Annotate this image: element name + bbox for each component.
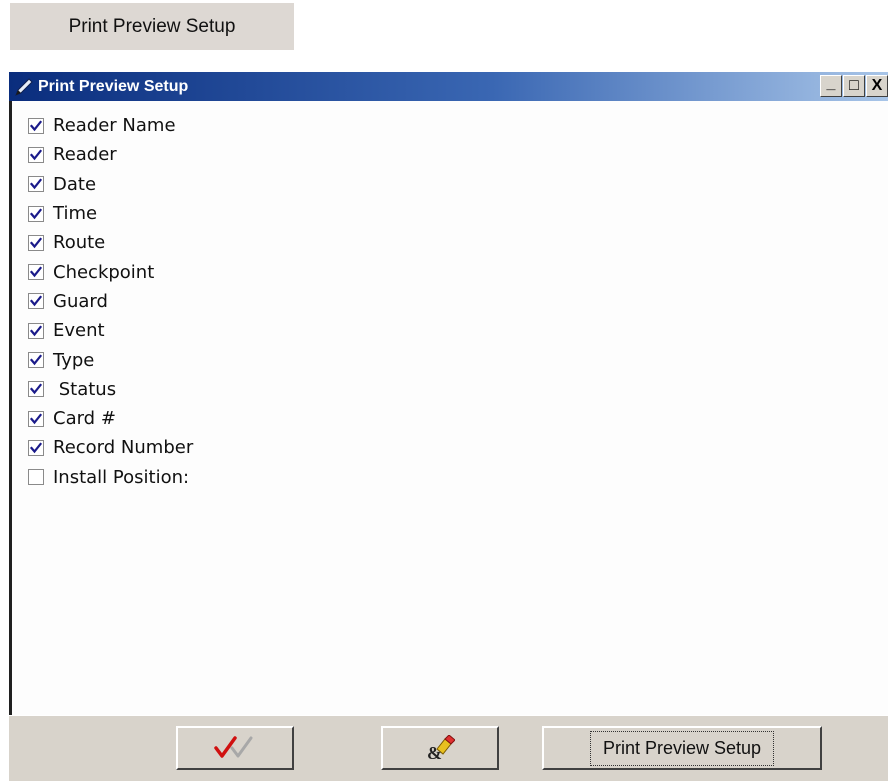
field-checkbox-label: Type: [53, 349, 95, 371]
fields-panel: Reader Name Reader Date Time Route Checkpoint…: [9, 101, 888, 715]
field-checkbox-label: Guard: [53, 290, 108, 312]
checkbox-checked[interactable]: [28, 205, 44, 222]
minimize-button[interactable]: _: [820, 75, 842, 97]
title-bar[interactable]: Print Preview Setup _ □ X: [9, 72, 888, 101]
checkmark-icon: [30, 325, 42, 336]
field-checkbox-label: Record Number: [53, 437, 194, 459]
print-preview-setup-label: Print Preview Setup: [589, 730, 775, 766]
checkmark-icon: [30, 237, 42, 249]
print-preview-setup-top-button[interactable]: Print Preview Setup: [10, 3, 294, 50]
checkmark-icon: [30, 383, 42, 395]
close-icon: X: [871, 77, 883, 94]
maximize-button[interactable]: □: [843, 75, 865, 97]
checkmark-icon: [30, 354, 42, 366]
field-checkbox-row[interactable]: Record Number: [28, 433, 193, 462]
checkbox-checked[interactable]: [28, 117, 44, 134]
ok-button[interactable]: [176, 726, 294, 770]
checkbox-checked[interactable]: [28, 293, 44, 310]
field-checkbox-row[interactable]: Guard: [28, 287, 193, 316]
checkbox-unchecked[interactable]: [28, 469, 44, 486]
field-checkbox-label: Time: [53, 203, 98, 225]
checkbox-checked[interactable]: [28, 234, 44, 251]
checkbox-checked[interactable]: [28, 439, 44, 456]
checkbox-checked[interactable]: [28, 381, 44, 398]
field-checkbox-label: Card #: [53, 408, 116, 430]
minimize-icon: _: [826, 75, 836, 92]
field-checkbox-label: Route: [53, 232, 106, 254]
field-checkbox-row[interactable]: Route: [28, 228, 193, 257]
checkmark-icon: [30, 120, 42, 131]
field-checkbox-label: Date: [53, 173, 97, 195]
checkmark-icon: [30, 266, 42, 278]
checkbox-checked[interactable]: [28, 146, 44, 163]
field-checkbox-row[interactable]: Type: [28, 345, 193, 374]
print-preview-setup-button[interactable]: Print Preview Setup: [542, 726, 822, 770]
checkbox-checked[interactable]: [28, 410, 44, 427]
checkbox-checked[interactable]: [28, 264, 44, 281]
field-checkbox-row[interactable]: Checkpoint: [28, 257, 193, 286]
field-checkbox-label: Install Position:: [53, 466, 190, 488]
field-checkbox-label: Reader Name: [53, 115, 176, 137]
checkmark-icon: [30, 413, 42, 424]
svg-text:&: &: [427, 743, 442, 761]
maximize-icon: □: [849, 77, 859, 94]
clear-button[interactable]: &: [381, 726, 499, 770]
field-checkbox-row[interactable]: Reader: [28, 140, 193, 169]
field-checkbox-row[interactable]: Time: [28, 199, 193, 228]
checkmark-icon: [30, 295, 42, 307]
checkbox-checked[interactable]: [28, 352, 44, 369]
field-checkbox-label: Status: [53, 378, 117, 400]
field-checkbox-row[interactable]: Status: [28, 375, 193, 404]
print-preview-setup-window: Print Preview Setup _ □ X Reader Name Rea…: [9, 72, 888, 781]
field-checkbox-row[interactable]: Event: [28, 316, 193, 345]
field-checkbox-row[interactable]: Date: [28, 170, 193, 199]
field-checkbox-row[interactable]: Install Position:: [28, 463, 193, 492]
field-checkbox-label: Event: [53, 320, 105, 342]
checkbox-checked[interactable]: [28, 322, 44, 339]
field-checkbox-row[interactable]: Card #: [28, 404, 193, 433]
field-checkbox-label: Reader: [53, 144, 117, 166]
checkmark-icon: [30, 178, 42, 190]
checkbox-checked[interactable]: [28, 176, 44, 193]
checkmark-icon: [30, 207, 42, 219]
field-checkbox-list: Reader Name Reader Date Time Route Checkpoint…: [28, 111, 193, 492]
eraser-icon: &: [427, 735, 455, 761]
field-checkbox-row[interactable]: Reader Name: [28, 111, 193, 140]
double-checkmark-icon: [214, 736, 253, 758]
window-title: Print Preview Setup: [38, 77, 189, 95]
field-checkbox-label: Checkpoint: [53, 261, 155, 283]
checkmark-icon: [30, 442, 42, 454]
checkmark-icon: [30, 149, 42, 161]
bottom-toolbar: & Print Preview Setup: [9, 715, 888, 781]
close-button[interactable]: X: [866, 75, 888, 97]
pen-icon: [15, 77, 33, 96]
